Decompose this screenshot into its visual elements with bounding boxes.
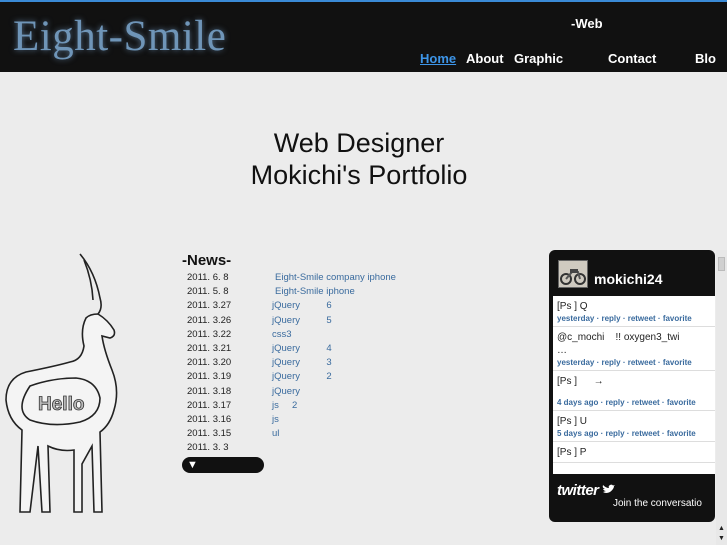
news-more-button[interactable]: ▼ xyxy=(182,457,264,473)
tweet-item: [Ps ] Q yesterday · reply · retweet · fa… xyxy=(553,296,715,327)
news-date: 2011. 3.26 xyxy=(187,314,232,326)
news-date: 2011. 3.22 xyxy=(187,328,232,340)
news-link[interactable]: js xyxy=(272,414,279,425)
tweet-list: [Ps ] Q yesterday · reply · retweet · fa… xyxy=(553,296,715,474)
news-date: 2011. 5. 8 xyxy=(187,286,229,298)
tweet-meta[interactable]: yesterday · reply · retweet · favorite xyxy=(557,314,711,323)
news-link[interactable]: Eight-Smile company iphone xyxy=(275,272,396,283)
page-scrollbar[interactable]: ▲ ▼ xyxy=(716,250,727,545)
news-date: 2011. 3. 3 xyxy=(187,442,229,454)
twitter-username[interactable]: mokichi24 xyxy=(594,271,662,287)
deer-label: Hello xyxy=(38,394,84,415)
tweet-text: [Ps ] P xyxy=(557,447,587,458)
twitter-widget: mokichi24 [Ps ] Q yesterday · reply · re… xyxy=(549,250,715,522)
bird-icon xyxy=(602,484,616,493)
news-date: 2011. 3.19 xyxy=(187,371,232,383)
news-date: 2011. 3.18 xyxy=(187,385,232,397)
news-link[interactable]: Eight-Smile iphone xyxy=(275,286,355,297)
news-link[interactable]: js 2 xyxy=(272,400,297,411)
tweet-meta[interactable]: yesterday · reply · retweet · favorite xyxy=(557,358,711,367)
title-line-1: Web Designer xyxy=(273,128,445,158)
news-link[interactable]: css3 xyxy=(272,329,292,340)
news-date: 2011. 3.21 xyxy=(187,342,232,354)
news-date: 2011. 3.15 xyxy=(187,428,232,440)
news-date: 2011. 6. 8 xyxy=(187,272,229,283)
deer-illustration: Hello xyxy=(5,253,118,513)
tweet-item: [Ps ] P xyxy=(553,442,715,463)
nav-home[interactable]: Home xyxy=(420,51,456,66)
scrollbar-thumb[interactable] xyxy=(718,257,725,271)
nav-contact[interactable]: Contact xyxy=(608,51,656,66)
news-link[interactable]: jQuery 4 xyxy=(272,343,332,354)
tweet-item: @c_mochi !! oxygen3_twi … yesterday · re… xyxy=(553,327,715,371)
news-date: 2011. 3.20 xyxy=(187,357,232,369)
page-title: Web Designer Mokichi's Portfolio xyxy=(0,127,718,191)
join-conversation-link[interactable]: Join the conversatio xyxy=(613,498,702,509)
site-header: Eight-Smile -Web Home About Graphic Cont… xyxy=(0,2,727,72)
scroll-up-icon[interactable]: ▲ xyxy=(717,524,726,533)
news-link[interactable]: jQuery 3 xyxy=(272,357,332,368)
twitter-logo-text: twitter xyxy=(557,482,599,499)
tweet-text: [Ps ] → xyxy=(557,376,604,387)
news-link[interactable]: jQuery xyxy=(272,386,300,397)
tweet-text: [Ps ] Q xyxy=(557,301,588,312)
tweet-text: [Ps ] U xyxy=(557,416,588,427)
motorcycle-icon xyxy=(560,269,586,285)
tweet-meta[interactable]: 5 days ago · reply · retweet · favorite xyxy=(557,429,711,438)
site-tagline: -Web xyxy=(571,16,603,31)
nav-graphic[interactable]: Graphic xyxy=(514,51,563,66)
news-link[interactable]: ul xyxy=(272,428,279,439)
news-link[interactable]: jQuery 5 xyxy=(272,315,332,326)
tweet-item: [Ps ] U 5 days ago · reply · retweet · f… xyxy=(553,411,715,442)
scroll-down-icon[interactable]: ▼ xyxy=(717,534,726,543)
news-date: 2011. 3.16 xyxy=(187,413,232,425)
news-date: 2011. 3.27 xyxy=(187,300,232,312)
chevron-down-icon: ▼ xyxy=(187,459,198,471)
tweet-text: @c_mochi !! oxygen3_twi … xyxy=(557,332,710,356)
avatar[interactable] xyxy=(558,260,588,288)
nav-about[interactable]: About xyxy=(466,51,504,66)
news-link[interactable]: jQuery 2 xyxy=(272,371,332,382)
news-link[interactable]: jQuery 6 xyxy=(272,300,332,311)
main-nav: Home About Graphic Contact Blo xyxy=(0,51,727,71)
twitter-logo[interactable]: twitter xyxy=(557,482,616,499)
news-date: 2011. 3.17 xyxy=(187,399,232,411)
tweet-item: [Ps ] → 4 days ago · reply · retweet · f… xyxy=(553,371,715,411)
news-heading: -News- xyxy=(182,252,232,269)
title-line-2: Mokichi's Portfolio xyxy=(250,160,468,190)
nav-blog[interactable]: Blo xyxy=(695,51,716,66)
tweet-meta[interactable]: 4 days ago · reply · retweet · favorite xyxy=(557,398,711,407)
